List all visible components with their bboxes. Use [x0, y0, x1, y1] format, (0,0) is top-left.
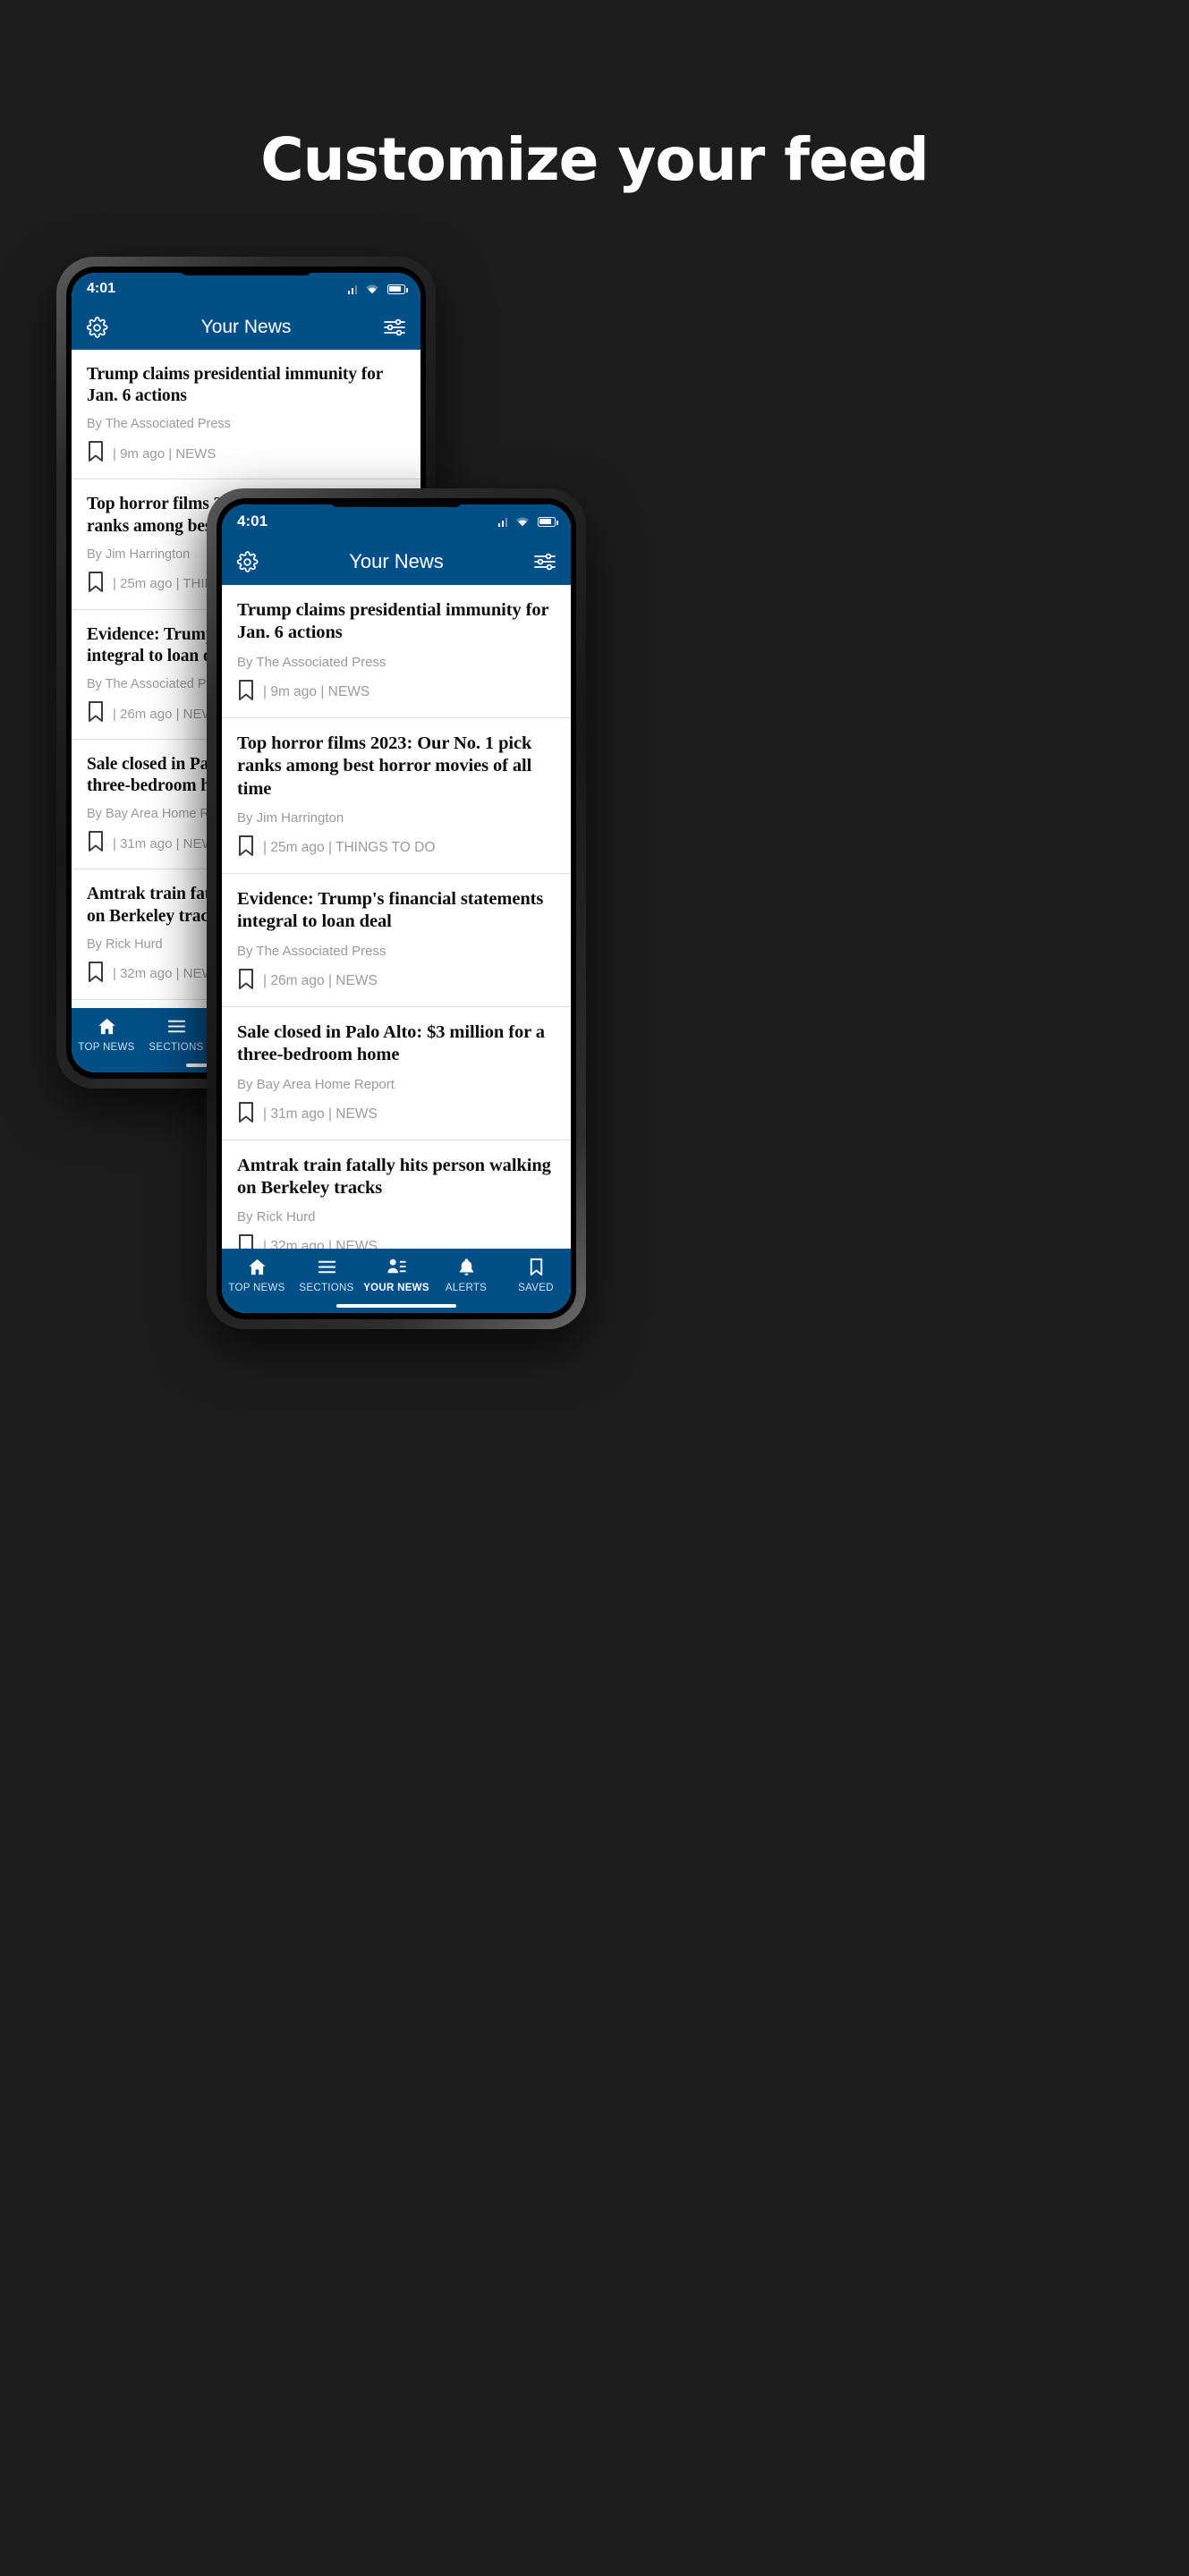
article-headline: Sale closed in Palo Alto: $3 million for… [237, 1021, 545, 1065]
article-feed[interactable]: Trump claims presidential immunity for J… [222, 585, 571, 1249]
article-headline: Trump claims presidential immunity for J… [87, 365, 383, 406]
signal-bars-icon [497, 517, 507, 527]
hamburger-icon [318, 1260, 335, 1274]
bookmark-icon[interactable] [87, 700, 105, 727]
article-meta-text: | 31m ago | NEWS [263, 1106, 378, 1122]
nav-label: SECTIONS [149, 1042, 204, 1053]
article-item[interactable]: Trump claims presidential immunity for J… [72, 350, 420, 480]
status-time: 4:01 [237, 513, 268, 530]
bookmark-icon [530, 1258, 542, 1276]
status-bar: 4:01 [222, 504, 571, 538]
nav-item-top-news[interactable]: TOP NEWS [222, 1257, 292, 1293]
battery-icon [538, 516, 558, 527]
bookmark-icon[interactable] [237, 679, 255, 706]
bottom-navigation[interactable]: TOP NEWS SECTIONS YOUR NEWS ALERTS SAVED [222, 1249, 571, 1299]
phone-bezel: 4:01 Your News Trump claims presidential… [217, 498, 576, 1319]
status-icon-group [497, 516, 558, 527]
article-byline: By The Associated Press [87, 417, 231, 432]
article-headline: Trump claims presidential immunity for J… [237, 600, 549, 643]
article-byline: By Jim Harrington [237, 810, 344, 826]
article-item[interactable]: Sale closed in Palo Alto: $3 million for… [222, 1006, 571, 1140]
bookmark-icon[interactable] [237, 968, 255, 995]
article-meta: | 26m ago | NEWS [237, 968, 556, 995]
phone-notch [179, 267, 313, 275]
battery-icon [387, 284, 408, 294]
status-time: 4:01 [87, 281, 116, 296]
home-indicator[interactable] [222, 1299, 571, 1313]
article-meta: | 31m ago | NEWS [237, 1101, 556, 1128]
nav-label: ALERTS [445, 1283, 488, 1293]
sliders-icon[interactable] [383, 318, 406, 337]
home-icon [248, 1258, 266, 1275]
article-headline: Top horror films 2023: Our No. 1 pick ra… [237, 733, 532, 799]
page-title: Customize your feed [260, 125, 930, 194]
bookmark-icon[interactable] [237, 1233, 255, 1249]
article-item[interactable]: Trump claims presidential immunity for J… [222, 585, 571, 718]
phone-mockup-front: 4:01 Your News Trump claims presidential… [207, 488, 586, 1329]
bookmark-icon[interactable] [87, 440, 105, 467]
bookmark-icon[interactable] [87, 961, 105, 987]
article-headline: Amtrak train fatally hits person walking… [237, 1155, 551, 1199]
article-byline: By The Associated Press [237, 654, 386, 670]
app-bar: Your News [72, 305, 420, 350]
phone-screen-front: 4:01 Your News Trump claims presidential… [222, 504, 571, 1313]
hamburger-icon [167, 1020, 185, 1033]
nav-item-top-news[interactable]: TOP NEWS [72, 1016, 141, 1053]
person-list-icon [386, 1258, 406, 1274]
app-bar-title: Your News [349, 550, 444, 572]
app-bar: Your News [222, 538, 571, 585]
article-byline: By Bay Area Home Report [237, 1076, 395, 1092]
article-meta: | 25m ago | THINGS TO DO [237, 835, 556, 861]
gear-icon[interactable] [86, 316, 108, 339]
article-meta: | 9m ago | NEWS [237, 679, 556, 706]
nav-label: TOP NEWS [228, 1283, 285, 1293]
bell-icon [459, 1258, 473, 1275]
gear-icon[interactable] [236, 550, 259, 573]
article-meta-text: | 25m ago | THINGS TO DO [263, 840, 436, 856]
home-icon [98, 1018, 115, 1035]
nav-label: SAVED [518, 1283, 554, 1293]
article-meta-text: | 9m ago | NEWS [113, 445, 217, 462]
nav-item-saved[interactable]: SAVED [501, 1257, 571, 1293]
nav-item-sections[interactable]: SECTIONS [141, 1016, 211, 1053]
article-meta-text: | 26m ago | NEWS [263, 972, 378, 988]
status-bar: 4:01 [72, 273, 420, 305]
wifi-icon [366, 284, 378, 294]
article-byline: By Rick Hurd [237, 1209, 316, 1225]
signal-bars-icon [347, 284, 357, 294]
nav-item-sections[interactable]: SECTIONS [292, 1257, 361, 1293]
status-icon-group [347, 284, 408, 294]
article-item[interactable]: Amtrak train fatally hits person walking… [222, 1140, 571, 1249]
article-meta-text: | 32m ago | NEWS [263, 1239, 378, 1249]
article-meta: | 9m ago | NEWS [87, 440, 405, 467]
article-item[interactable]: Top horror films 2023: Our No. 1 pick ra… [222, 717, 571, 875]
bookmark-icon[interactable] [87, 830, 105, 857]
wifi-icon [516, 517, 529, 527]
sliders-icon[interactable] [533, 552, 556, 572]
app-bar-title: Your News [200, 317, 292, 337]
article-headline: Evidence: Trump's financial statements i… [237, 889, 544, 932]
nav-item-alerts[interactable]: ALERTS [431, 1257, 501, 1293]
article-item[interactable]: Evidence: Trump's financial statements i… [222, 874, 571, 1007]
nav-label: TOP NEWS [78, 1042, 135, 1053]
article-meta-text: | 9m ago | NEWS [263, 683, 370, 699]
bookmark-icon[interactable] [237, 1101, 255, 1128]
article-byline: By The Associated Press [237, 943, 386, 959]
nav-label: SECTIONS [299, 1283, 354, 1293]
nav-item-your-news[interactable]: YOUR NEWS [361, 1257, 431, 1293]
bookmark-icon[interactable] [87, 571, 105, 597]
article-meta: | 32m ago | NEWS [237, 1233, 556, 1249]
nav-label: YOUR NEWS [363, 1283, 429, 1293]
phone-notch [329, 498, 463, 507]
bookmark-icon[interactable] [237, 835, 255, 861]
